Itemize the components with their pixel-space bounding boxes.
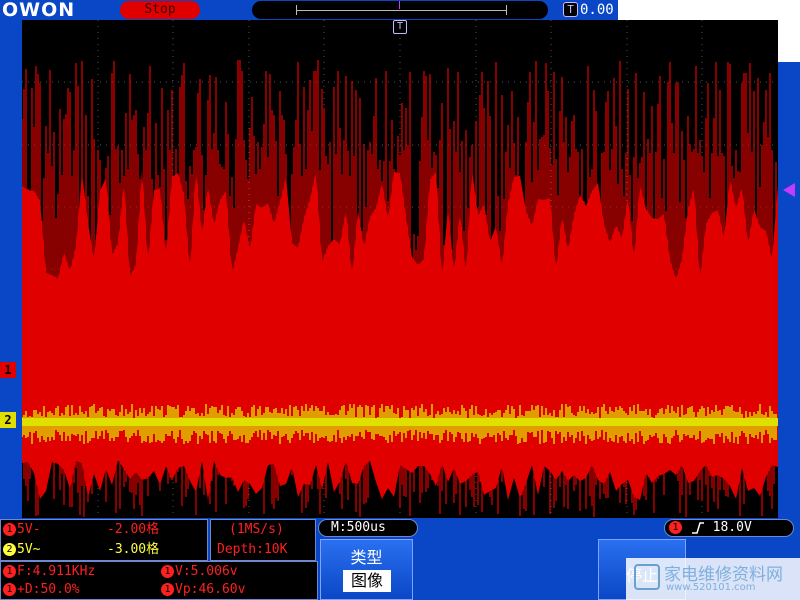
meas-ch1-icon: 1	[161, 565, 174, 578]
ch2-offset-marker[interactable]: 2	[0, 412, 16, 428]
duty-value: +D:50.0%	[17, 582, 80, 597]
meas-ch1-icon: 1	[161, 583, 174, 596]
brand-logo: OWON	[2, 0, 76, 21]
ch1-scale: 5V	[17, 522, 33, 537]
voltage-value: V:5.006v	[175, 564, 238, 579]
run-status-badge[interactable]: Stop	[120, 1, 200, 19]
channel-info-panel: 1 5V- -2.00格 2 5V~ -3.00格	[0, 519, 208, 561]
ch2-coupling: ~	[32, 542, 41, 557]
ch2-dot-icon: 2	[3, 543, 16, 556]
trigger-point-icon: T	[393, 20, 407, 34]
timebase-readout: M:500us	[331, 520, 386, 535]
display-type-label: 类型	[350, 548, 383, 567]
memory-depth: Depth:10K	[217, 542, 288, 557]
trigger-source-icon: 1	[669, 521, 682, 534]
watermark-logo-icon	[634, 564, 660, 590]
rising-edge-icon	[691, 521, 704, 534]
waveform-display	[22, 20, 778, 518]
display-type-value: 图像	[343, 570, 391, 592]
horizontal-position-track	[252, 1, 548, 19]
vpp-value: Vp:46.60v	[175, 582, 246, 597]
sample-rate: (1MS/s)	[229, 522, 284, 537]
trigger-panel: 1 18.0V	[664, 519, 794, 537]
measurement-panel: 1 F:4.911KHz 1 V:5.006v 1 +D:50.0% 1 Vp:46.6…	[0, 561, 318, 600]
ch2-scale: 5V	[17, 542, 33, 557]
trigger-position-icon: T	[563, 2, 578, 17]
timebase-panel: M:500us	[318, 519, 418, 537]
frequency-value: F:4.911KHz	[17, 564, 96, 579]
trigger-level-icon[interactable]	[783, 183, 795, 197]
ch1-offset-marker[interactable]: 1	[0, 362, 16, 378]
display-type-menu-button[interactable]: 类型 图像	[320, 539, 413, 600]
waveform-canvas	[22, 20, 778, 518]
watermark: 家电维修资料网 www.520101.com	[626, 558, 800, 600]
trigger-level: 18.0V	[712, 520, 752, 535]
acquisition-panel: (1MS/s) Depth:10K	[210, 519, 316, 561]
meas-ch1-icon: 1	[3, 583, 16, 596]
ch1-position: -2.00格	[107, 522, 160, 537]
watermark-url: www.520101.com	[666, 582, 756, 593]
meas-ch1-icon: 1	[3, 565, 16, 578]
ch1-dot-icon: 1	[3, 523, 16, 536]
ch2-position: -3.00格	[107, 542, 160, 557]
ch1-coupling: -	[32, 522, 41, 537]
